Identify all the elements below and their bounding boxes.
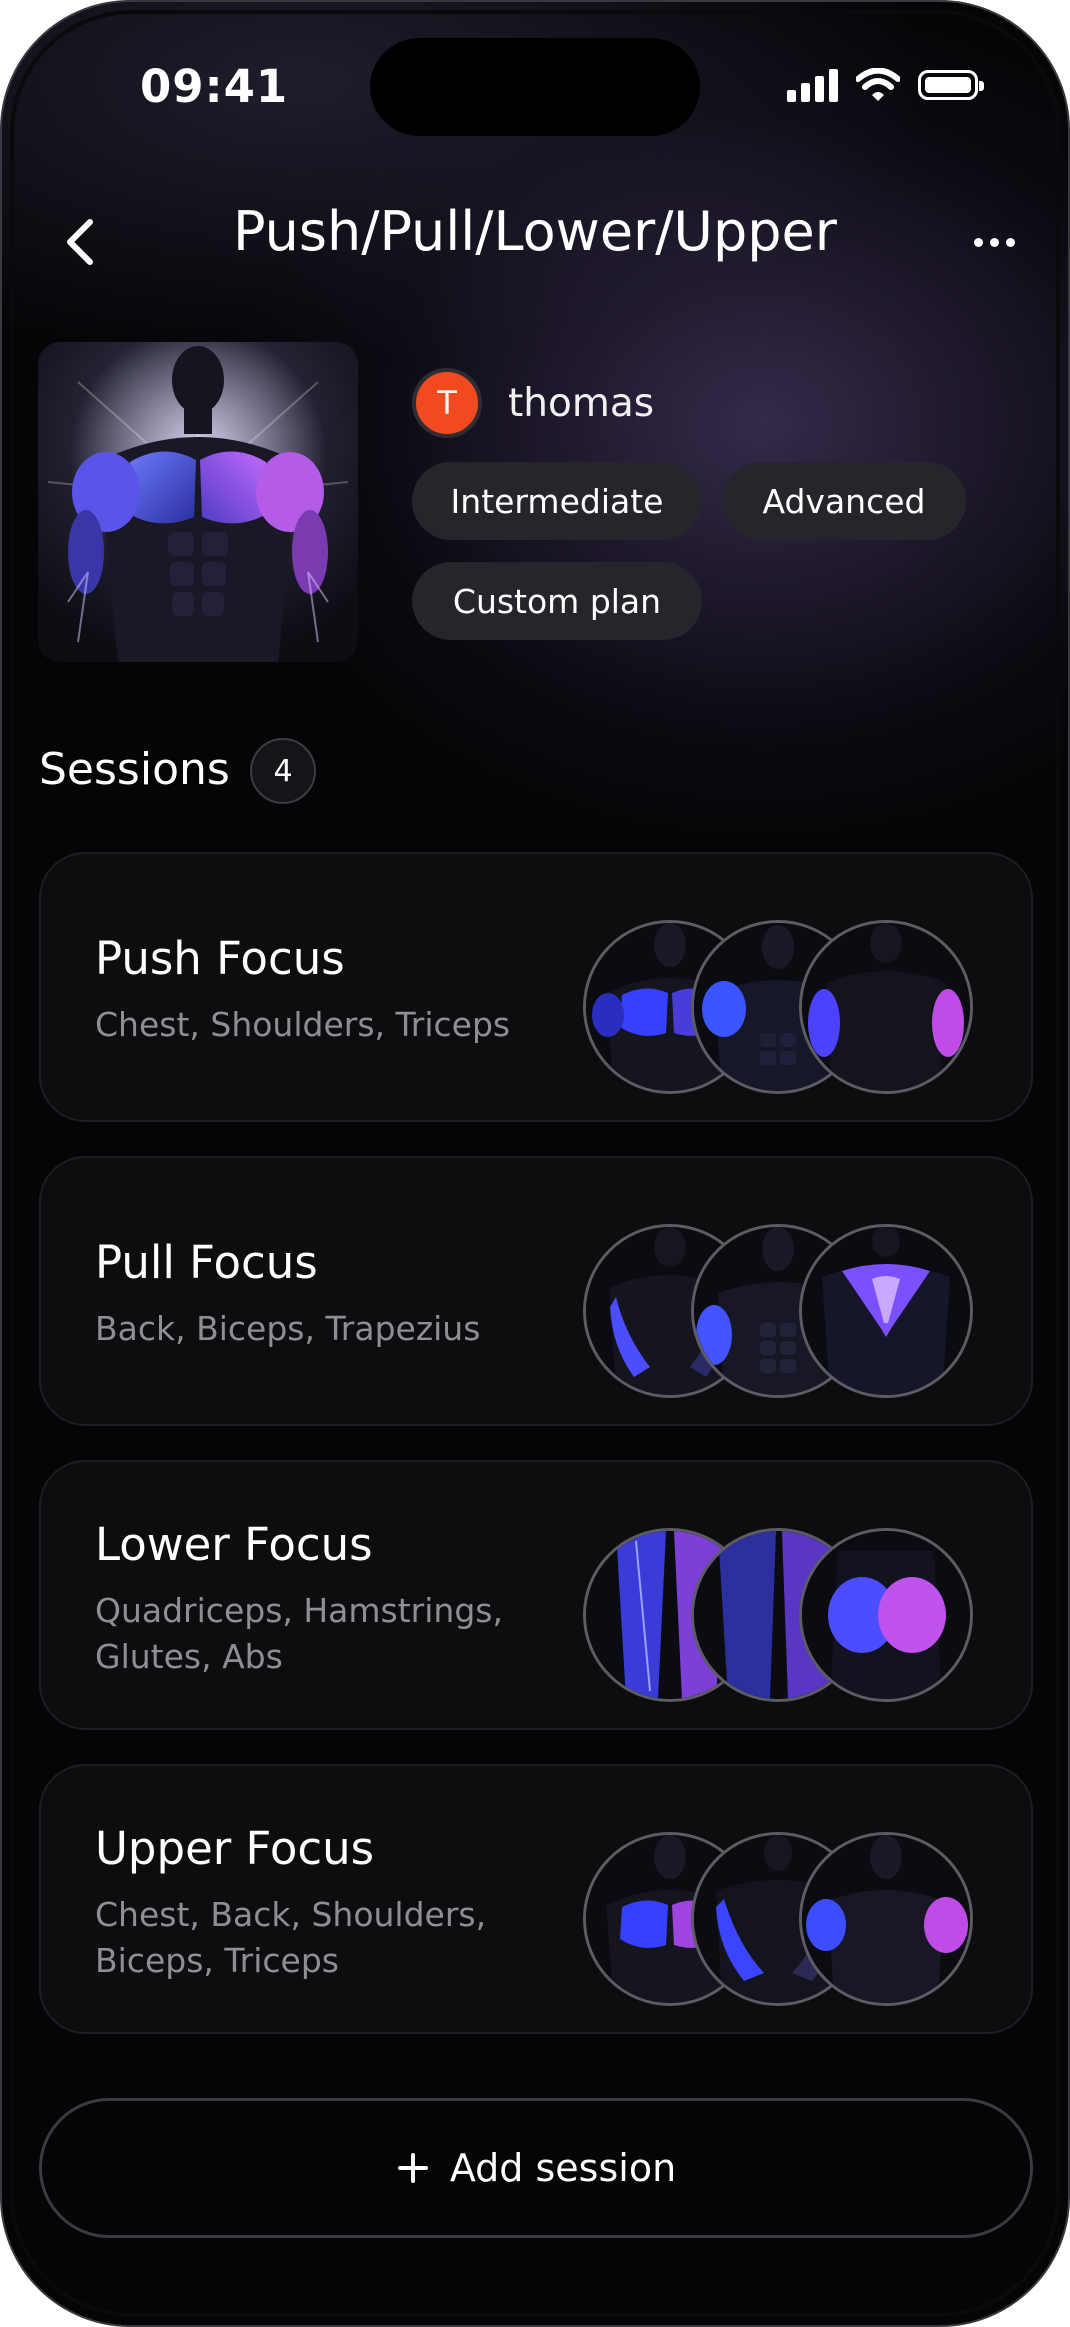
more-dot-icon <box>989 237 999 247</box>
triceps-back-icon <box>799 920 973 1094</box>
add-session-label: Add session <box>449 2146 677 2190</box>
more-dot-icon <box>973 237 983 247</box>
avatar: T <box>412 368 482 438</box>
muscle-thumbnails <box>583 1832 979 2012</box>
page-title: Push/Pull/Lower/Upper <box>233 200 837 263</box>
session-name: Upper Focus <box>95 1822 375 1875</box>
dynamic-island <box>370 38 700 136</box>
phone-screen: 09:41 Push/Pull/Lower/Upper T thomas Int… <box>0 0 1070 2327</box>
muscle-thumbnails <box>583 920 979 1100</box>
chevron-left-icon <box>67 219 93 265</box>
session-name: Lower Focus <box>95 1518 373 1571</box>
sessions-count-badge: 4 <box>250 738 316 804</box>
sessions-heading: Sessions <box>39 744 230 795</box>
more-dot-icon <box>1005 237 1015 247</box>
session-muscles: Quadriceps, Hamstrings, Glutes, Abs <box>95 1591 503 1676</box>
status-icons <box>787 68 984 102</box>
plan-author[interactable]: T thomas <box>412 368 654 438</box>
trapezius-back-icon <box>799 1224 973 1398</box>
muscle-thumbnails <box>583 1528 979 1708</box>
session-name: Pull Focus <box>95 1236 318 1289</box>
add-session-button[interactable]: Add session <box>39 2098 1033 2238</box>
wifi-icon <box>856 68 900 101</box>
cellular-signal-icon <box>787 68 838 102</box>
plan-cover-image <box>38 342 358 662</box>
plus-icon <box>397 2153 428 2183</box>
status-time: 09:41 <box>140 60 289 113</box>
more-options-button[interactable] <box>964 222 1024 262</box>
session-muscles: Back, Biceps, Trapezius <box>95 1309 481 1348</box>
muscle-thumbnails <box>583 1224 979 1404</box>
battery-icon <box>918 70 984 100</box>
session-muscles: Chest, Shoulders, Triceps <box>95 1005 511 1044</box>
tag-intermediate[interactable]: Intermediate <box>412 462 702 540</box>
session-name: Push Focus <box>95 932 345 985</box>
session-card-lower[interactable]: Lower Focus Quadriceps, Hamstrings, Glut… <box>39 1460 1033 1730</box>
session-muscles: Chest, Back, Shoulders, Biceps, Triceps <box>95 1895 487 1980</box>
session-card-push[interactable]: Push Focus Chest, Shoulders, Triceps <box>39 852 1033 1122</box>
session-card-upper[interactable]: Upper Focus Chest, Back, Shoulders, Bice… <box>39 1764 1033 2034</box>
tag-advanced[interactable]: Advanced <box>722 462 966 540</box>
arms-front-icon <box>799 1832 973 2006</box>
glutes-icon <box>799 1528 973 1702</box>
session-card-pull[interactable]: Pull Focus Back, Biceps, Trapezius <box>39 1156 1033 1426</box>
back-button[interactable] <box>54 212 106 272</box>
tag-custom-plan[interactable]: Custom plan <box>412 562 702 640</box>
author-name: thomas <box>508 380 655 426</box>
